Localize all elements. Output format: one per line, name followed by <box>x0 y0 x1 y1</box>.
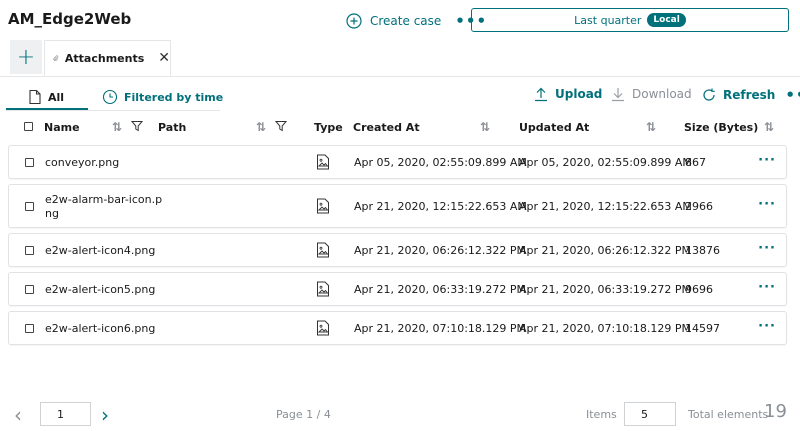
upload-label: Upload <box>555 87 603 101</box>
download-button[interactable]: Download <box>610 86 692 102</box>
upload-button[interactable]: Upload <box>533 86 602 102</box>
page-input[interactable]: 1 <box>40 402 91 426</box>
table-row[interactable]: e2w-alert-icon5.png Apr 21, 2020, 06:33:… <box>8 272 787 306</box>
add-tab-button[interactable]: + <box>10 40 42 74</box>
file-size: 2966 <box>685 200 713 213</box>
subtab-filtered-label: Filtered by time <box>124 90 224 104</box>
table-header: Name ⇅ Path ⇅ Type Created At ⇅ Updated … <box>0 118 800 136</box>
row-checkbox[interactable] <box>25 158 34 167</box>
refresh-icon <box>703 88 715 101</box>
sort-icon[interactable]: ⇅ <box>480 120 490 134</box>
file-name: e2w-alert-icon5.png <box>45 283 155 297</box>
file-name-line: e2w-alert-icon6.png <box>45 322 156 335</box>
items-per-page-input[interactable]: 5 <box>624 402 676 426</box>
sort-icon[interactable]: ⇅ <box>764 120 774 134</box>
row-checkbox[interactable] <box>25 285 34 294</box>
clock-icon <box>102 89 118 105</box>
file-name-line: ng <box>45 207 59 220</box>
table-row[interactable]: conveyor.png Apr 05, 2020, 02:55:09.899 … <box>8 145 787 179</box>
row-more-button[interactable]: ··· <box>758 280 776 295</box>
updated-at: Apr 21, 2020, 06:33:19.272 PM <box>519 283 692 296</box>
updated-at: Apr 21, 2020, 12:15:22.653 AM <box>519 200 692 213</box>
paperclip-icon <box>53 55 59 61</box>
column-created-at: Created At <box>353 120 420 134</box>
refresh-button[interactable]: Refresh ••• <box>701 86 800 104</box>
updated-at: Apr 21, 2020, 07:10:18.129 PM <box>519 322 692 335</box>
file-size: 13876 <box>685 244 720 257</box>
row-checkbox[interactable] <box>25 202 34 211</box>
file-name-line: conveyor.png <box>45 156 120 169</box>
file-name: e2w-alert-icon6.png <box>45 322 155 336</box>
time-range-selector[interactable]: Last quarter Local <box>471 8 789 32</box>
column-name: Name <box>44 120 80 134</box>
column-size: Size (Bytes) <box>684 120 759 134</box>
column-updated-at: Updated At <box>519 120 590 134</box>
created-at: Apr 05, 2020, 02:55:09.899 AM <box>354 156 527 169</box>
table-row[interactable]: e2w-alert-icon6.png Apr 21, 2020, 07:10:… <box>8 311 787 345</box>
image-file-icon <box>317 320 329 336</box>
tab-attachments-label: Attachments <box>64 51 145 65</box>
total-elements-label: Total elements <box>688 408 769 421</box>
sort-icon[interactable]: ⇅ <box>646 120 656 134</box>
updated-at: Apr 05, 2020, 02:55:09.899 AM <box>519 156 692 169</box>
filter-icon[interactable] <box>275 120 287 132</box>
row-more-button[interactable]: ··· <box>758 319 776 334</box>
create-case-button[interactable]: Create case ••• <box>346 12 487 30</box>
tab-attachments[interactable]: Attachments ✕ <box>44 40 171 76</box>
subtab-filtered-by-time[interactable]: Filtered by time <box>102 84 223 110</box>
prev-page-button[interactable]: ‹ <box>14 403 22 427</box>
row-more-button[interactable]: ··· <box>758 153 776 168</box>
created-at: Apr 21, 2020, 06:26:12.322 PM <box>354 244 527 257</box>
created-at: Apr 21, 2020, 07:10:18.129 PM <box>354 322 527 335</box>
file-size: 867 <box>685 156 706 169</box>
toolbar-more-button[interactable]: ••• <box>785 86 800 104</box>
file-name: e2w-alarm-bar-icon.p ng <box>45 193 162 221</box>
created-at: Apr 21, 2020, 12:15:22.653 AM <box>354 200 527 213</box>
download-label: Download <box>632 87 692 101</box>
total-elements-value: 19 <box>764 401 787 422</box>
column-type: Type <box>314 120 343 134</box>
row-checkbox[interactable] <box>25 324 34 333</box>
file-name-line: e2w-alert-icon5.png <box>45 283 156 296</box>
plus-circle-icon <box>346 13 362 29</box>
refresh-label: Refresh <box>723 88 776 102</box>
document-icon <box>29 89 41 105</box>
image-file-icon <box>317 198 329 214</box>
file-size: 14597 <box>685 322 720 335</box>
close-icon[interactable]: ✕ <box>158 50 170 66</box>
sort-icon[interactable]: ⇅ <box>256 120 266 134</box>
image-file-icon <box>317 281 329 297</box>
row-checkbox[interactable] <box>25 246 34 255</box>
items-label: Items <box>586 408 617 421</box>
column-path: Path <box>158 120 187 134</box>
select-all-checkbox[interactable] <box>24 122 33 131</box>
plus-icon: + <box>16 44 36 70</box>
table-row[interactable]: e2w-alert-icon4.png Apr 21, 2020, 06:26:… <box>8 233 787 267</box>
subtab-divider <box>6 110 220 111</box>
updated-at: Apr 21, 2020, 06:26:12.322 PM <box>519 244 692 257</box>
created-at: Apr 21, 2020, 06:33:19.272 PM <box>354 283 527 296</box>
row-more-button[interactable]: ··· <box>758 241 776 256</box>
row-more-button[interactable]: ··· <box>758 197 776 212</box>
file-name: conveyor.png <box>45 156 119 170</box>
file-name: e2w-alert-icon4.png <box>45 244 155 258</box>
file-name-line: e2w-alert-icon4.png <box>45 244 156 257</box>
upload-icon <box>535 87 547 102</box>
image-file-icon <box>317 242 329 258</box>
page-info: Page 1 / 4 <box>276 408 331 421</box>
file-size: 9696 <box>685 283 713 296</box>
table-row[interactable]: e2w-alarm-bar-icon.p ng Apr 21, 2020, 12… <box>8 184 787 228</box>
file-name-line: e2w-alarm-bar-icon.p <box>45 193 163 206</box>
create-case-label: Create case <box>370 14 442 28</box>
app-title: AM_Edge2Web <box>8 10 132 28</box>
filter-icon[interactable] <box>131 120 143 132</box>
timezone-badge: Local <box>647 13 686 27</box>
subtab-all-label: All <box>48 90 65 104</box>
time-range-label: Last quarter <box>574 13 642 27</box>
image-file-icon <box>317 154 329 170</box>
subtab-all[interactable]: All <box>28 84 64 110</box>
next-page-button[interactable]: › <box>101 403 109 427</box>
sort-icon[interactable]: ⇅ <box>112 120 122 134</box>
download-icon <box>612 88 624 102</box>
